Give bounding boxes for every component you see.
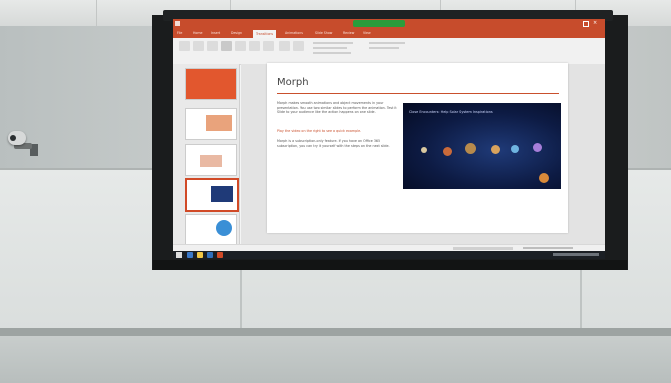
ribbon-button[interactable]	[207, 41, 218, 51]
planet	[533, 143, 542, 152]
tab-home[interactable]: Home	[193, 31, 202, 35]
slide-thumbnail[interactable]	[185, 108, 237, 140]
tab-view[interactable]: View	[363, 31, 371, 35]
zoom-slider[interactable]	[523, 247, 573, 249]
ribbon-tabs: File Home Insert Design Transitions Anim…	[173, 29, 605, 38]
recording-indicator	[353, 20, 405, 27]
taskbar-app-icon[interactable]	[207, 252, 213, 258]
title-bar: ×	[173, 19, 605, 29]
tab-animations[interactable]: Animations	[285, 31, 303, 35]
slide-title: Morph	[277, 77, 309, 88]
ribbon-button[interactable]	[179, 41, 190, 51]
planet	[511, 145, 519, 153]
planet	[443, 147, 452, 156]
ribbon-button[interactable]	[249, 41, 260, 51]
ribbon-option[interactable]	[313, 42, 353, 44]
planet	[421, 147, 427, 153]
screen-weight-bar	[153, 260, 627, 270]
tab-file[interactable]: File	[177, 31, 182, 35]
tab-review[interactable]: Review	[343, 31, 354, 35]
slide-thumbnail[interactable]	[185, 68, 237, 100]
system-tray[interactable]	[553, 253, 599, 256]
title-underline	[277, 93, 559, 94]
tab-design[interactable]: Design	[231, 31, 242, 35]
ribbon-button[interactable]	[235, 41, 246, 51]
ribbon-option[interactable]	[369, 47, 399, 49]
projected-display: × File Home Insert Design Transitions An…	[173, 19, 605, 259]
tab-slide-show[interactable]: Slide Show	[315, 31, 332, 35]
close-icon[interactable]: ×	[593, 20, 597, 26]
slide-paragraph: Morph makes smooth animations and object…	[277, 101, 397, 115]
camera-lens	[10, 135, 16, 141]
slide-paragraph-highlight: Play the video on the right to see a qui…	[277, 129, 362, 133]
taskbar-powerpoint-icon[interactable]	[217, 252, 223, 258]
ribbon-button[interactable]	[221, 41, 232, 51]
taskbar-app-icon[interactable]	[187, 252, 193, 258]
thumbnail-image	[211, 186, 233, 202]
lower-wall	[0, 336, 671, 383]
slide-thumbnail[interactable]	[185, 214, 237, 246]
video-caption: Close Encounters: Help Solar System Insp…	[409, 110, 493, 114]
taskbar-app-icon[interactable]	[197, 252, 203, 258]
ribbon-button[interactable]	[293, 41, 304, 51]
slide-paragraph: Morph is a subscription-only feature. If…	[277, 139, 390, 148]
ribbon-button[interactable]	[263, 41, 274, 51]
whiteboard-tray	[0, 328, 671, 336]
current-slide[interactable]: Morph Morph makes smooth animations and …	[267, 63, 568, 233]
tab-insert[interactable]: Insert	[211, 31, 220, 35]
ribbon-option[interactable]	[369, 42, 405, 44]
slide-thumbnail-pane	[173, 64, 240, 246]
video-player[interactable]: Close Encounters: Help Solar System Insp…	[403, 103, 561, 189]
maximize-icon[interactable]	[583, 21, 589, 27]
ribbon-option[interactable]	[313, 52, 351, 54]
planet	[465, 143, 476, 154]
thumbnail-image	[206, 115, 232, 131]
start-button[interactable]	[176, 252, 182, 258]
planet	[491, 145, 500, 154]
thumbnail-image	[200, 155, 222, 167]
slide-thumbnail[interactable]	[185, 144, 237, 176]
ribbon-button[interactable]	[193, 41, 204, 51]
app-icon	[175, 21, 180, 26]
status-controls[interactable]	[453, 247, 513, 250]
planet	[539, 173, 549, 183]
ribbon-option[interactable]	[313, 47, 347, 49]
slide-thumbnail-selected[interactable]	[185, 178, 239, 212]
tab-transitions[interactable]: Transitions	[253, 30, 277, 38]
ribbon-button[interactable]	[279, 41, 290, 51]
thumbnail-image	[216, 220, 232, 236]
taskbar	[173, 251, 605, 259]
ribbon	[173, 38, 605, 65]
